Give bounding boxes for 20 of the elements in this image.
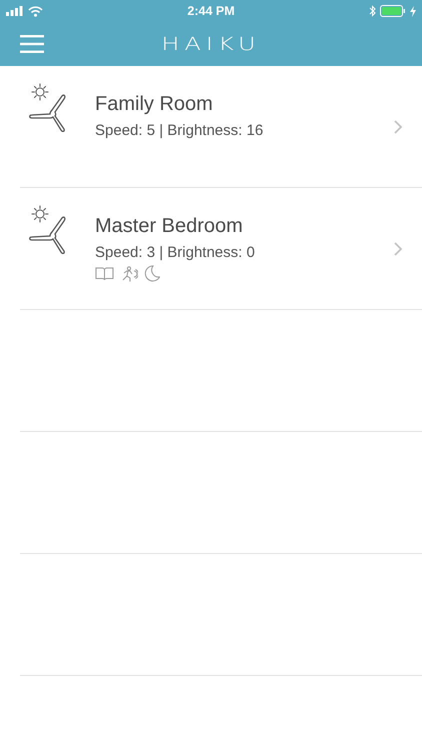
running-figure-icon: [120, 266, 138, 282]
ceiling-fan-icon: [26, 204, 68, 254]
chevron-icon: [394, 242, 402, 256]
bluetooth-icon: [369, 5, 376, 17]
device-name: Master Bedroom: [95, 215, 244, 238]
charging-icon: [410, 6, 416, 16]
device-status: Speed: 5 | Brightness: 16: [95, 122, 264, 139]
status-time: 2:44 PM: [187, 4, 235, 18]
signal-icon: [6, 6, 24, 16]
ceiling-fan-icon: [26, 82, 68, 132]
device-status: Speed: 3 | Brightness: 0: [95, 244, 256, 261]
device-name: Family Room: [95, 93, 214, 116]
moon-icon: [144, 265, 160, 282]
wifi-icon: [28, 6, 43, 16]
battery-icon: [380, 5, 406, 17]
app-logo: HAIKU: [161, 34, 261, 54]
book-icon: [95, 266, 114, 281]
device-row[interactable]: Family Room Speed: 5 | Brightness: 16: [20, 66, 422, 188]
chevron-icon: [394, 120, 402, 134]
device-row[interactable]: Master Bedroom Speed: 3 | Brightness: 0: [20, 188, 422, 310]
